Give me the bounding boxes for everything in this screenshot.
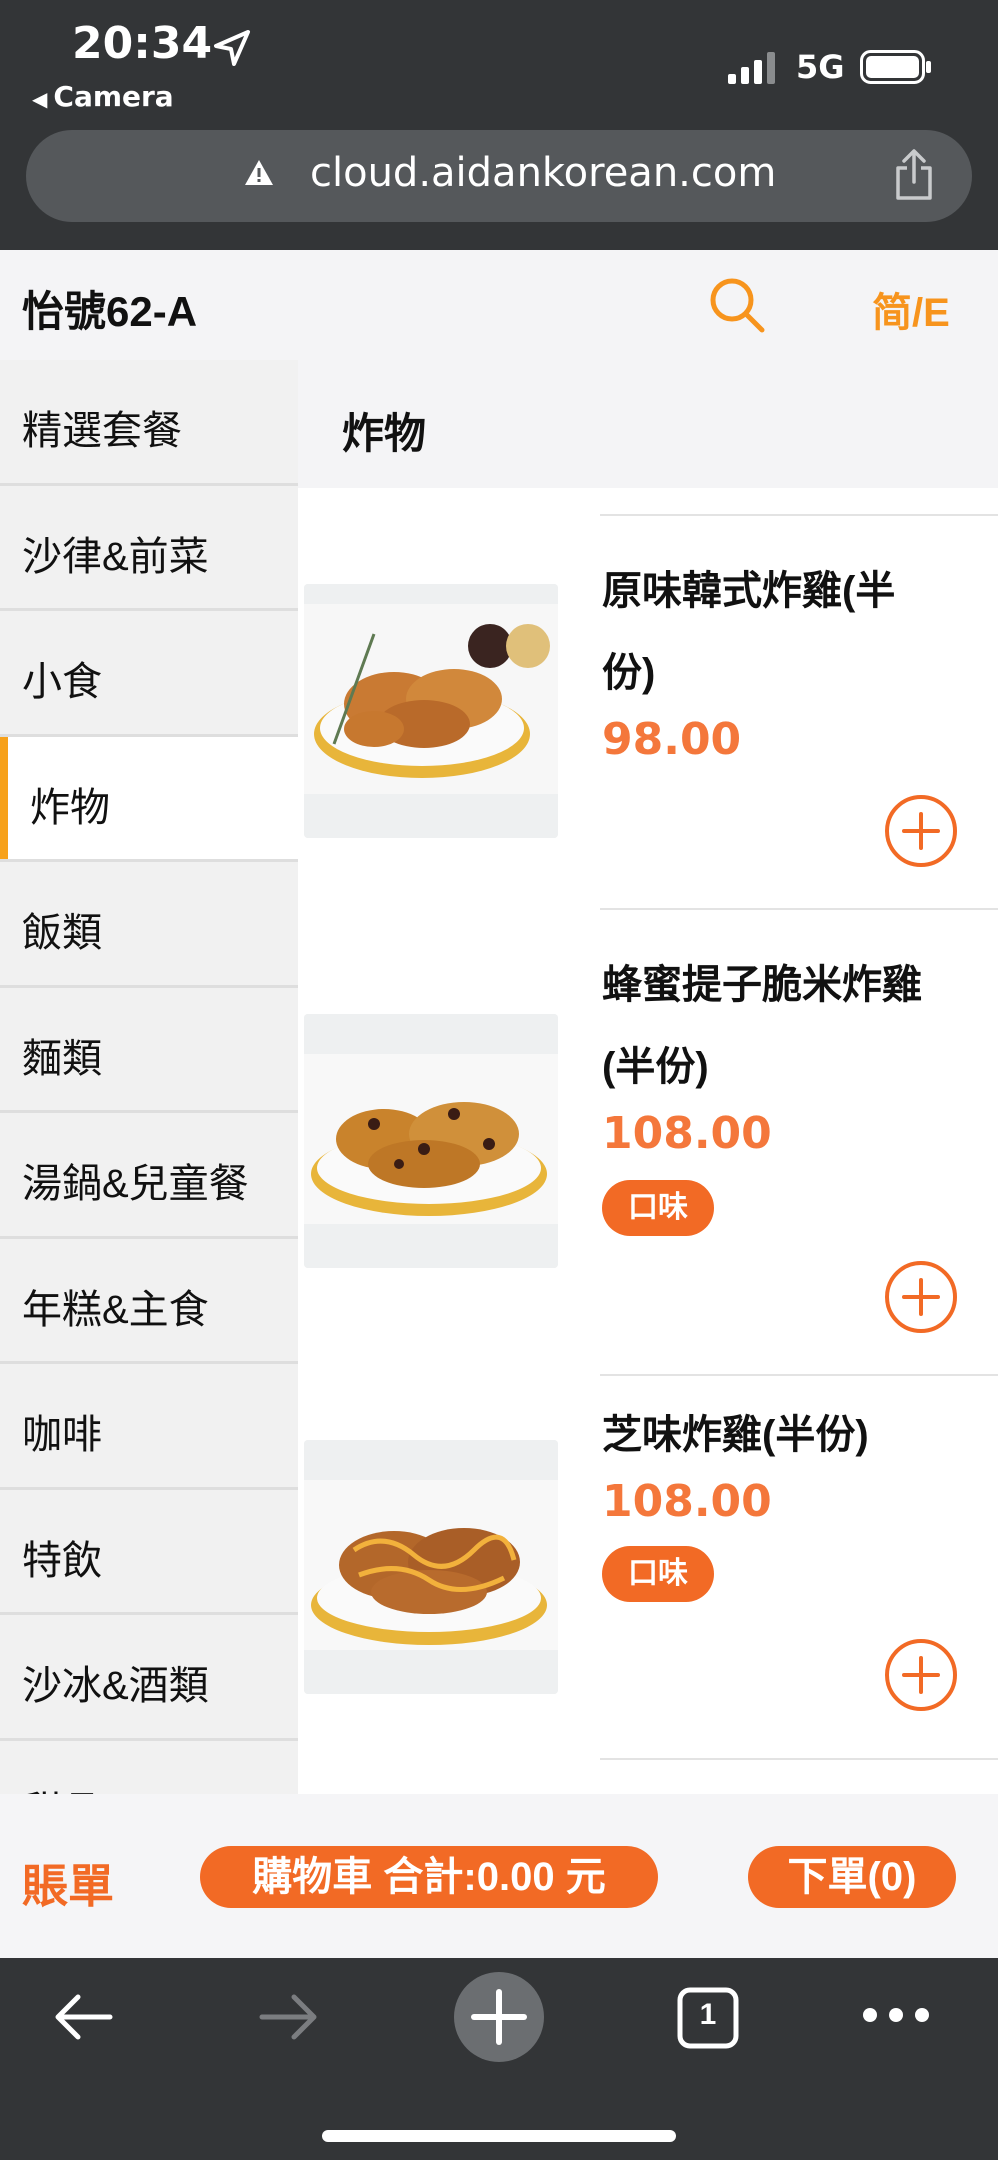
category-item[interactable]: 小食 xyxy=(0,611,298,737)
search-icon[interactable] xyxy=(704,272,770,338)
product-item: 原味韓式炸雞(半 份) 98.00 xyxy=(298,514,998,908)
category-item[interactable]: 年糕&主食 xyxy=(0,1239,298,1364)
product-name-line2: (半份) xyxy=(602,1045,709,1089)
browser-top-chrome: 20:34 ◀ Camera 5G cloud.aidankorean.com xyxy=(0,0,998,250)
cart-total-button[interactable]: 購物車 合計:0.00 元 xyxy=(200,1846,658,1908)
cheese-chicken-image xyxy=(304,1440,558,1694)
category-label: 特飲 xyxy=(22,1538,102,1583)
category-label: 沙冰&酒類 xyxy=(22,1664,209,1708)
fried-chicken-image xyxy=(304,584,558,838)
product-photo-cheese-chicken[interactable] xyxy=(304,1440,558,1694)
honey-chicken-image xyxy=(304,1014,558,1268)
location-arrow-icon xyxy=(214,30,250,66)
back-triangle-icon: ◀ xyxy=(32,87,48,111)
category-item[interactable]: 沙冰&酒類 xyxy=(0,1615,298,1741)
category-label: 年糕&主食 xyxy=(22,1287,209,1332)
category-item[interactable]: 甜品 xyxy=(0,1741,298,1795)
language-toggle-button[interactable]: 简/E xyxy=(872,280,950,338)
flavor-button[interactable]: 口味 xyxy=(602,1180,714,1236)
app-header: 怡號62-A 简/E xyxy=(0,250,998,360)
add-to-cart-icon[interactable] xyxy=(884,794,958,868)
section-title: 炸物 xyxy=(342,410,427,457)
product-list: 炸物 原味韓式炸雞(半 份) 98.00 蜂蜜提子脆米炸雞 (半份) 108.0… xyxy=(298,360,998,1794)
bill-button[interactable]: 賬單 xyxy=(22,1850,114,1916)
category-label: 咖啡 xyxy=(22,1413,102,1457)
category-label: 麵類 xyxy=(22,1036,102,1081)
product-name-line1: 原味韓式炸雞(半 xyxy=(602,569,896,613)
home-indicator xyxy=(322,2130,676,2142)
status-time: 20:34 xyxy=(72,18,213,69)
tab-count: 1 xyxy=(699,1998,717,2031)
category-label: 小食 xyxy=(22,660,102,704)
store-name: 怡號62-A xyxy=(22,288,198,335)
share-icon[interactable] xyxy=(892,148,936,202)
product-price: 98.00 xyxy=(602,714,742,765)
flavor-button[interactable]: 口味 xyxy=(602,1546,714,1602)
category-item[interactable]: 湯鍋&兒童餐 xyxy=(0,1113,298,1239)
back-arrow-icon[interactable] xyxy=(50,1984,116,2050)
add-to-cart-icon[interactable] xyxy=(884,1260,958,1334)
category-label: 精選套餐 xyxy=(22,409,182,453)
product-photo-fried-chicken[interactable] xyxy=(304,584,558,838)
cellular-signal-icon xyxy=(728,52,775,84)
new-tab-icon[interactable] xyxy=(452,1970,546,2064)
category-label: 湯鍋&兒童餐 xyxy=(22,1162,249,1206)
back-to-app-link[interactable]: ◀ Camera xyxy=(32,80,174,113)
battery-icon xyxy=(860,50,931,84)
more-options-icon[interactable] xyxy=(860,2000,932,2030)
product-price: 108.00 xyxy=(602,1108,772,1159)
category-sidebar: 精選套餐 沙律&前菜 小食 炸物 飯類 麵類 湯鍋&兒童餐 年糕&主食 咖啡 特… xyxy=(0,360,298,1794)
product-item: 芝味炸雞(半份) 108.00 口味 xyxy=(298,1374,998,1758)
category-item[interactable]: 飯類 xyxy=(0,862,298,988)
divider xyxy=(600,908,998,910)
warning-icon xyxy=(245,160,273,185)
category-item[interactable]: 沙律&前菜 xyxy=(0,486,298,611)
category-item[interactable]: 精選套餐 xyxy=(0,360,298,486)
product-name-line1: 芝味炸雞(半份) xyxy=(602,1413,869,1457)
product-name: 芝味炸雞(半份) xyxy=(602,1394,972,1476)
category-item[interactable]: 麵類 xyxy=(0,988,298,1113)
divider xyxy=(600,1374,998,1376)
submit-order-button[interactable]: 下單(0) xyxy=(748,1846,956,1908)
url-text: cloud.aidankorean.com xyxy=(310,150,777,196)
network-type: 5G xyxy=(796,48,845,86)
product-photo-honey-chicken[interactable] xyxy=(304,1014,558,1268)
product-name: 蜂蜜提子脆米炸雞 (半份) xyxy=(602,944,972,1108)
category-label: 沙律&前菜 xyxy=(22,534,209,579)
category-item[interactable]: 咖啡 xyxy=(0,1364,298,1490)
product-name: 原味韓式炸雞(半 份) xyxy=(602,550,972,714)
forward-arrow-icon[interactable] xyxy=(256,1984,322,2050)
product-item xyxy=(298,1758,998,1794)
category-label: 甜品 xyxy=(22,1779,102,1795)
address-bar[interactable]: cloud.aidankorean.com xyxy=(26,130,972,222)
category-item-active[interactable]: 炸物 xyxy=(0,736,298,862)
order-bar: 賬單 購物車 合計:0.00 元 下單(0) xyxy=(0,1794,998,1958)
add-to-cart-icon[interactable] xyxy=(884,1638,958,1712)
category-label: 炸物 xyxy=(30,785,110,830)
tabs-button[interactable]: 1 xyxy=(676,1986,740,2050)
product-name-line1: 蜂蜜提子脆米炸雞 xyxy=(602,963,922,1007)
divider xyxy=(600,514,998,516)
divider xyxy=(600,1758,998,1760)
product-price: 108.00 xyxy=(602,1476,772,1527)
product-item: 蜂蜜提子脆米炸雞 (半份) 108.00 口味 xyxy=(298,908,998,1374)
section-header: 炸物 xyxy=(298,360,998,488)
back-app-label: Camera xyxy=(53,80,174,113)
category-label: 飯類 xyxy=(22,911,102,955)
browser-toolbar: 1 xyxy=(0,1958,998,2160)
category-item[interactable]: 特飲 xyxy=(0,1490,298,1615)
product-name-line2: 份) xyxy=(602,651,656,695)
